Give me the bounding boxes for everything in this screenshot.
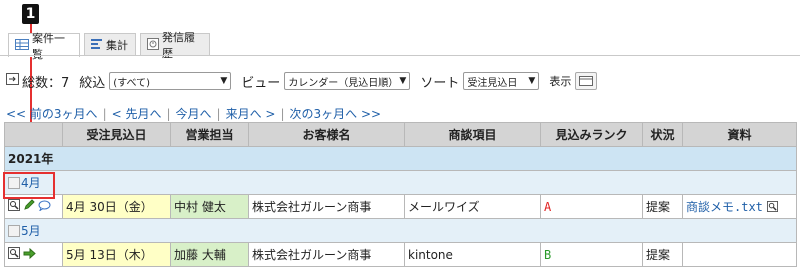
month-group-row: 4月: [4, 170, 797, 195]
view-select-value: カレンダー（見込日順）: [288, 77, 399, 89]
deal-item-cell: kintone: [404, 242, 541, 267]
aggregate-icon: [91, 38, 103, 52]
month-group-cell: 4月: [4, 170, 797, 195]
chevron-down-icon: ▼: [528, 76, 536, 86]
nav-separator: |: [102, 107, 107, 121]
month-group-cell: 5月: [4, 218, 797, 243]
rank-value: B: [544, 247, 552, 262]
tab-label: 案件一覧: [32, 31, 65, 61]
rank-cell: A: [540, 194, 643, 219]
month-group-row: 5月: [4, 218, 797, 243]
status-cell: 提案: [642, 194, 683, 219]
current-month-link[interactable]: 今月へ: [176, 107, 212, 121]
case-table: 受注見込日 営業担当 お客様名 商談項目 見込みランク 状況 資料 2021年 …: [4, 122, 797, 267]
nav-separator: |: [280, 107, 285, 121]
header-sales-rep[interactable]: 営業担当: [170, 122, 249, 147]
tab-label: 発信履歴: [162, 31, 195, 60]
expected-date-cell: 5月 13日（木）: [62, 242, 171, 267]
tab-divider: [0, 55, 800, 56]
comment-bubble-icon[interactable]: [38, 200, 51, 214]
prev-month-link[interactable]: < 先月へ: [112, 107, 162, 121]
view-label: ビュー: [241, 75, 281, 91]
customer-cell: 株式会社ガルーン商事: [248, 242, 405, 267]
month-link-may[interactable]: 5月: [21, 224, 41, 238]
detail-view-icon[interactable]: [8, 247, 20, 262]
header-deal-item[interactable]: 商談項目: [404, 122, 541, 147]
display-settings-button[interactable]: [575, 72, 598, 90]
header-actions: [4, 122, 63, 147]
deal-item-cell: メールワイズ: [404, 194, 541, 219]
prev-3-months-link[interactable]: << 前の3ヶ月へ: [6, 107, 98, 121]
table-list-icon: [15, 38, 29, 53]
export-icon[interactable]: [6, 73, 19, 89]
arrow-right-icon[interactable]: [23, 247, 36, 262]
filter-label: 絞込: [79, 75, 106, 91]
callout-highlight-box: [3, 172, 55, 199]
tab-label: 集計: [106, 39, 128, 52]
sort-select[interactable]: 受注見込日 ▼: [463, 72, 540, 90]
detail-view-icon[interactable]: [8, 199, 20, 214]
callout-badge: 1: [22, 4, 39, 24]
filter-select-value: (すべて): [113, 77, 150, 89]
tab-case-list[interactable]: 案件一覧: [8, 32, 80, 61]
view-select[interactable]: カレンダー（見込日順） ▼: [284, 72, 411, 90]
status-cell: 提案: [642, 242, 683, 267]
pencil-edit-icon[interactable]: [23, 199, 35, 214]
period-navigation: << 前の3ヶ月へ | < 先月へ | 今月へ | 来月へ > | 次の3ヶ月へ >>: [6, 105, 381, 122]
year-group-row: 2021年: [4, 146, 797, 171]
history-icon: [147, 37, 159, 53]
next-month-link[interactable]: 来月へ >: [226, 107, 276, 121]
tab-history[interactable]: 発信履歴: [140, 31, 210, 60]
header-expected-date[interactable]: 受注見込日: [62, 122, 171, 147]
table-row: 5月 13日（木） 加藤 大輔 株式会社ガルーン商事 kintone B 提案: [4, 242, 797, 267]
sales-rep-cell: 中村 健太: [170, 194, 249, 219]
sort-label: ソート: [420, 75, 460, 91]
header-customer[interactable]: お客様名: [248, 122, 405, 147]
rank-cell: B: [540, 242, 643, 267]
documents-cell: [682, 242, 797, 267]
month-checkbox[interactable]: [8, 225, 20, 237]
preview-icon[interactable]: [766, 200, 778, 215]
filter-select[interactable]: (すべて) ▼: [109, 72, 232, 90]
nav-separator: |: [166, 107, 171, 121]
year-label: 2021年: [4, 146, 797, 171]
table-row: 4月 30日（金） 中村 健太 株式会社ガルーン商事 メールワイズ A 提案 商…: [4, 194, 797, 219]
row-actions: [4, 242, 63, 267]
toolbar: 総数：7 絞込 (すべて) ▼ ビュー カレンダー（見込日順） ▼ ソート 受注…: [6, 70, 598, 92]
display-label: 表示: [549, 75, 572, 88]
document-link[interactable]: 商談メモ.txt: [686, 200, 763, 214]
documents-cell: 商談メモ.txt: [682, 194, 797, 219]
chevron-down-icon: ▼: [220, 76, 228, 86]
header-documents[interactable]: 資料: [682, 122, 797, 147]
expected-date-cell: 4月 30日（金）: [62, 194, 171, 219]
header-rank[interactable]: 見込みランク: [540, 122, 643, 147]
next-3-months-link[interactable]: 次の3ヶ月へ >>: [290, 107, 382, 121]
rank-value: A: [544, 199, 552, 214]
sales-rep-cell: 加藤 大輔: [170, 242, 249, 267]
nav-separator: |: [216, 107, 221, 121]
customer-cell: 株式会社ガルーン商事: [248, 194, 405, 219]
sort-select-value: 受注見込日: [467, 77, 518, 89]
header-status[interactable]: 状況: [642, 122, 683, 147]
table-header-row: 受注見込日 営業担当 お客様名 商談項目 見込みランク 状況 資料: [4, 122, 797, 147]
tab-strip: 案件一覧 集計 発信履歴: [0, 31, 800, 61]
chevron-down-icon: ▼: [399, 76, 407, 86]
total-count: 総数：7: [22, 75, 70, 91]
tab-aggregate[interactable]: 集計: [84, 33, 136, 56]
